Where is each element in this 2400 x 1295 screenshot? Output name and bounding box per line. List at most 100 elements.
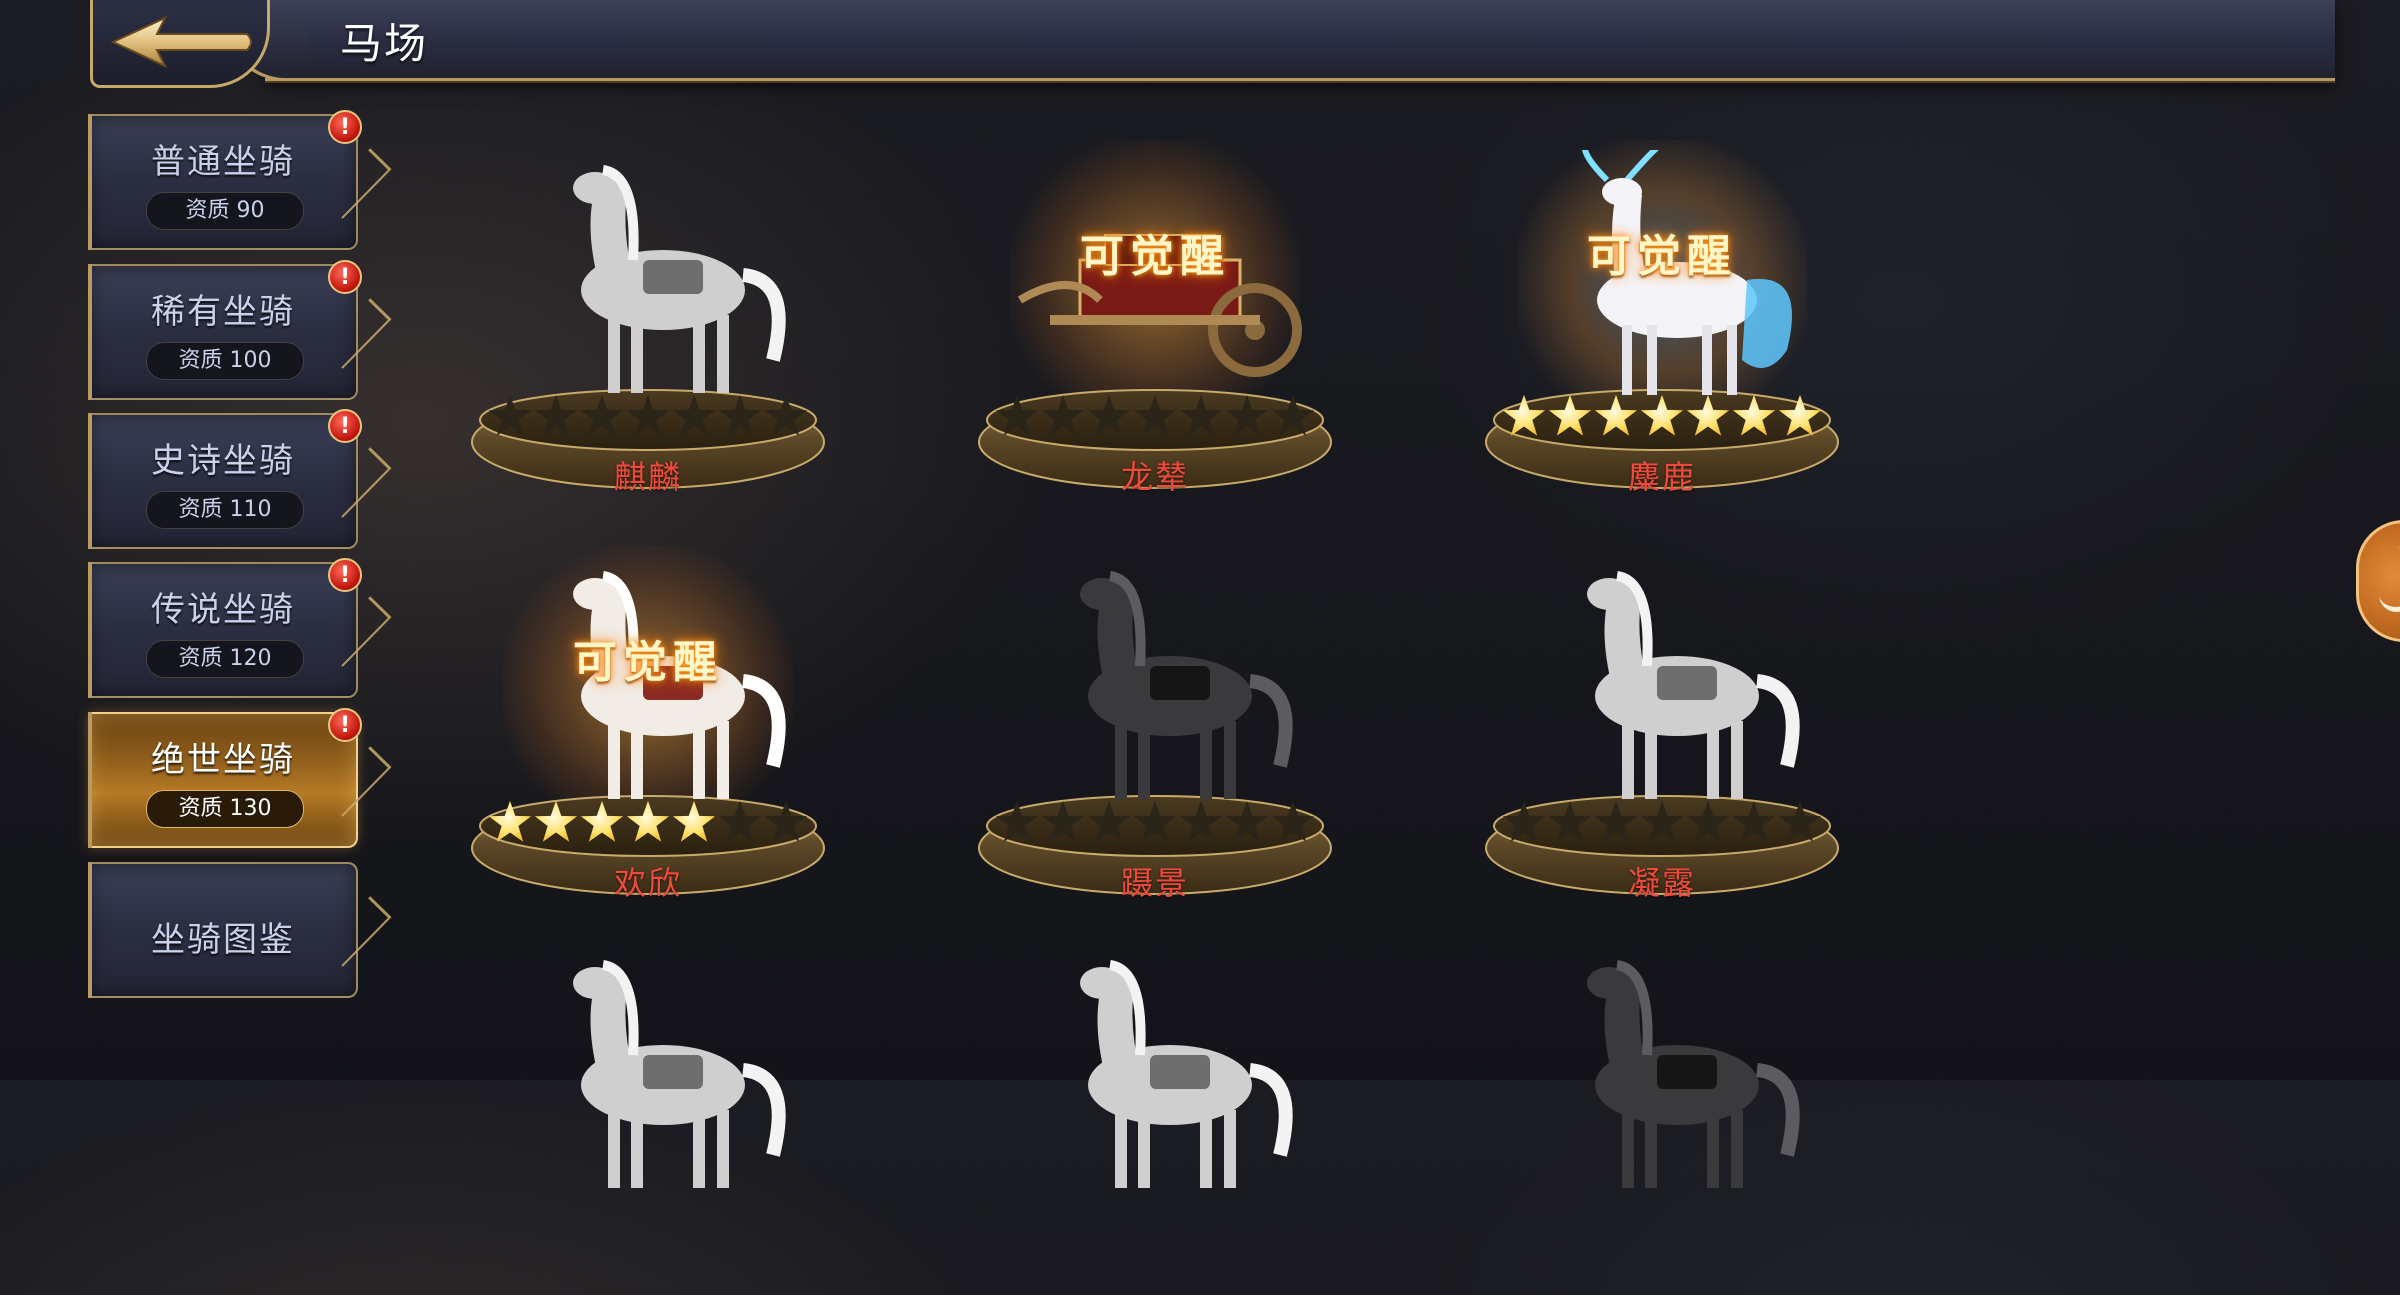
star-icon <box>1225 800 1269 842</box>
star-icon <box>534 394 578 436</box>
star-icon <box>1778 800 1822 842</box>
mount-name: 麒麟 <box>613 458 682 496</box>
mount-card[interactable]: 凝露 <box>1477 556 1847 906</box>
star-icon <box>995 394 1039 436</box>
star-icon <box>1548 394 1592 436</box>
horse-mount-image <box>1517 945 1817 1199</box>
tab-label: 史诗坐骑 <box>151 441 295 481</box>
star-icon <box>672 800 716 842</box>
tab-rare-mounts[interactable]: 稀有坐骑 资质 100 ! <box>88 260 388 400</box>
star-icon <box>1179 394 1223 436</box>
mount-card[interactable]: 可觉醒 龙辇 <box>970 140 1340 500</box>
header: 马场 <box>90 0 2335 88</box>
star-icon <box>1502 800 1546 842</box>
star-icon <box>1686 394 1730 436</box>
star-icon <box>626 800 670 842</box>
mount-name: 蹑景 <box>1120 864 1189 902</box>
star-icon <box>534 800 578 842</box>
mount-card[interactable]: 麒麟 <box>463 150 833 500</box>
star-icon <box>764 800 808 842</box>
tab-label: 普通坐骑 <box>151 142 295 182</box>
quality-badge: 资质 110 <box>146 491 304 529</box>
star-icon <box>1087 800 1131 842</box>
quality-badge: 资质 120 <box>146 640 304 678</box>
mount-name: 凝露 <box>1627 864 1696 902</box>
star-icon <box>1133 800 1177 842</box>
alert-icon: ! <box>328 260 362 294</box>
alert-icon: ! <box>328 110 362 144</box>
star-icon <box>580 800 624 842</box>
star-icon <box>1225 394 1269 436</box>
awaken-label: 可觉醒 <box>1080 231 1230 282</box>
tab-mount-codex[interactable]: 坐骑图鉴 <box>88 862 388 998</box>
star-icon <box>488 394 532 436</box>
star-icon <box>1640 800 1684 842</box>
mount-card-partial[interactable] <box>1477 945 1847 1295</box>
star-icon <box>1179 800 1223 842</box>
star-icon <box>1594 800 1638 842</box>
alert-icon: ! <box>328 558 362 592</box>
back-button[interactable] <box>90 0 270 88</box>
star-rating <box>475 800 821 848</box>
star-icon <box>1271 394 1315 436</box>
star-icon <box>1502 394 1546 436</box>
tab-epic-mounts[interactable]: 史诗坐骑 资质 110 ! <box>88 409 388 549</box>
awaken-label: 可觉醒 <box>1587 231 1737 282</box>
star-icon <box>1087 394 1131 436</box>
hand-icon[interactable] <box>2356 520 2400 642</box>
mount-card[interactable]: 可觉醒 麋鹿 <box>1477 137 1847 500</box>
horse-mount-image <box>503 945 803 1199</box>
mount-name: 麋鹿 <box>1627 458 1696 496</box>
tab-label: 传说坐骑 <box>151 590 295 630</box>
star-icon <box>1640 394 1684 436</box>
star-icon <box>718 800 762 842</box>
star-icon <box>1732 394 1776 436</box>
star-icon <box>995 800 1039 842</box>
star-rating <box>1489 800 1835 848</box>
awaken-label: 可觉醒 <box>573 637 723 688</box>
star-rating <box>1489 394 1835 442</box>
alert-icon: ! <box>328 409 362 443</box>
star-icon <box>1548 800 1592 842</box>
star-icon <box>1732 800 1776 842</box>
star-icon <box>1041 394 1085 436</box>
star-icon <box>1686 800 1730 842</box>
star-rating <box>475 394 821 442</box>
star-icon <box>1133 394 1177 436</box>
star-icon <box>626 394 670 436</box>
star-icon <box>1271 800 1315 842</box>
alert-icon: ! <box>328 708 362 742</box>
tab-peerless-mounts[interactable]: 绝世坐骑 资质 130 ! <box>88 708 388 848</box>
horse-mount-image <box>1010 945 1310 1199</box>
quality-badge: 资质 100 <box>146 342 304 380</box>
star-icon <box>718 394 762 436</box>
star-rating <box>982 394 1328 442</box>
star-rating <box>982 800 1328 848</box>
quality-badge: 资质 130 <box>146 790 304 828</box>
page-title: 马场 <box>340 19 429 68</box>
star-icon <box>672 394 716 436</box>
star-icon <box>1778 394 1822 436</box>
qilin-mount-image <box>503 150 803 404</box>
horse-mount-image <box>1010 556 1310 810</box>
tab-label: 绝世坐骑 <box>151 740 295 780</box>
mount-card[interactable]: 可觉醒 欢欣 <box>463 546 833 906</box>
mount-card[interactable]: 蹑景 <box>970 556 1340 906</box>
star-icon <box>764 394 808 436</box>
horse-mount-image <box>1517 556 1817 810</box>
tab-legendary-mounts[interactable]: 传说坐骑 资质 120 ! <box>88 558 388 698</box>
tab-label: 稀有坐骑 <box>151 292 295 332</box>
star-icon <box>580 394 624 436</box>
mount-card-partial[interactable] <box>970 945 1340 1295</box>
quality-badge: 资质 90 <box>146 192 304 230</box>
arrow-left-icon <box>110 15 252 69</box>
mount-name: 龙辇 <box>1120 458 1189 496</box>
header-bar <box>225 0 2335 81</box>
mount-card-partial[interactable] <box>463 945 833 1295</box>
star-icon <box>1594 394 1638 436</box>
tab-label: 坐骑图鉴 <box>151 920 295 960</box>
star-icon <box>1041 800 1085 842</box>
mount-name: 欢欣 <box>613 864 682 902</box>
tab-normal-mounts[interactable]: 普通坐骑 资质 90 ! <box>88 110 388 250</box>
star-icon <box>488 800 532 842</box>
